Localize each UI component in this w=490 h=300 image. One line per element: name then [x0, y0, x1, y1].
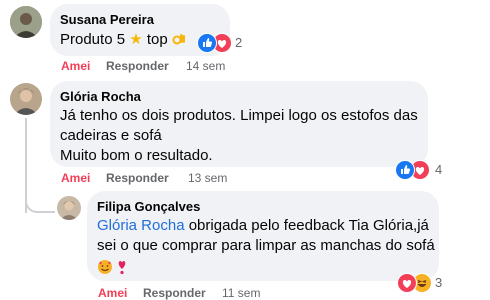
comment-text: Já tenho os dois produtos. Limpei logo o…: [60, 106, 418, 166]
amei-button[interactable]: Amei: [61, 171, 90, 185]
comment-text-suffix: top: [146, 31, 168, 48]
mention-link[interactable]: Glória Rocha: [97, 217, 185, 234]
comment-text-main: obrigada pelo feedback Tia Glória,já: [188, 217, 429, 234]
reply-button[interactable]: Responder: [143, 286, 206, 300]
like-reaction-icon: [197, 33, 217, 53]
smiling-face-with-hearts-icon: [97, 260, 117, 277]
love-reaction-icon: [397, 273, 417, 293]
reply-button[interactable]: Responder: [106, 59, 169, 73]
reaction-count: 3: [435, 275, 443, 290]
like-reaction-icon: [395, 160, 415, 180]
reaction-count: 4: [435, 162, 443, 177]
avatar[interactable]: [57, 196, 81, 220]
comment-author[interactable]: Glória Rocha: [60, 89, 141, 104]
reactions-summary[interactable]: 3: [397, 273, 447, 293]
comment-text: Glória Rocha obrigada pelo feedback Tia …: [97, 216, 435, 279]
comment-text-line: Glória Rocha obrigada pelo feedback Tia …: [97, 216, 435, 236]
reactions-summary[interactable]: 4: [395, 160, 445, 180]
star-icon: ★: [129, 31, 143, 48]
reaction-count: 2: [235, 35, 243, 50]
avatar[interactable]: [10, 83, 42, 115]
ok-hand-icon: [168, 31, 186, 48]
reactions-summary[interactable]: 2: [197, 33, 247, 53]
comment-emoji-line: [97, 259, 435, 279]
comment-text-line: Já tenho os dois produtos. Limpei logo o…: [60, 107, 418, 124]
reply-button[interactable]: Responder: [106, 171, 169, 185]
amei-button[interactable]: Amei: [98, 286, 127, 300]
reply-thread-curve: [25, 196, 55, 213]
comment-text: Produto 5 ★ top: [60, 30, 186, 50]
avatar[interactable]: [10, 6, 42, 38]
comment-text-line: sei o que comprar para limpar as manchas…: [97, 237, 435, 254]
amei-button[interactable]: Amei: [61, 59, 90, 73]
comment-timestamp[interactable]: 11 sem: [222, 286, 260, 300]
comment-text-line: Muito bom o resultado.: [60, 147, 213, 164]
comment-timestamp[interactable]: 14 sem: [186, 59, 225, 73]
heart-exclamation-icon: [117, 260, 127, 277]
comment-timestamp[interactable]: 13 sem: [188, 171, 227, 185]
comment-author[interactable]: Susana Pereira: [60, 12, 154, 27]
comment-text-line: cadeiras e sofá: [60, 127, 162, 144]
comment-author[interactable]: Filipa Gonçalves: [97, 199, 200, 214]
comment-text-main: Produto 5: [60, 31, 126, 48]
